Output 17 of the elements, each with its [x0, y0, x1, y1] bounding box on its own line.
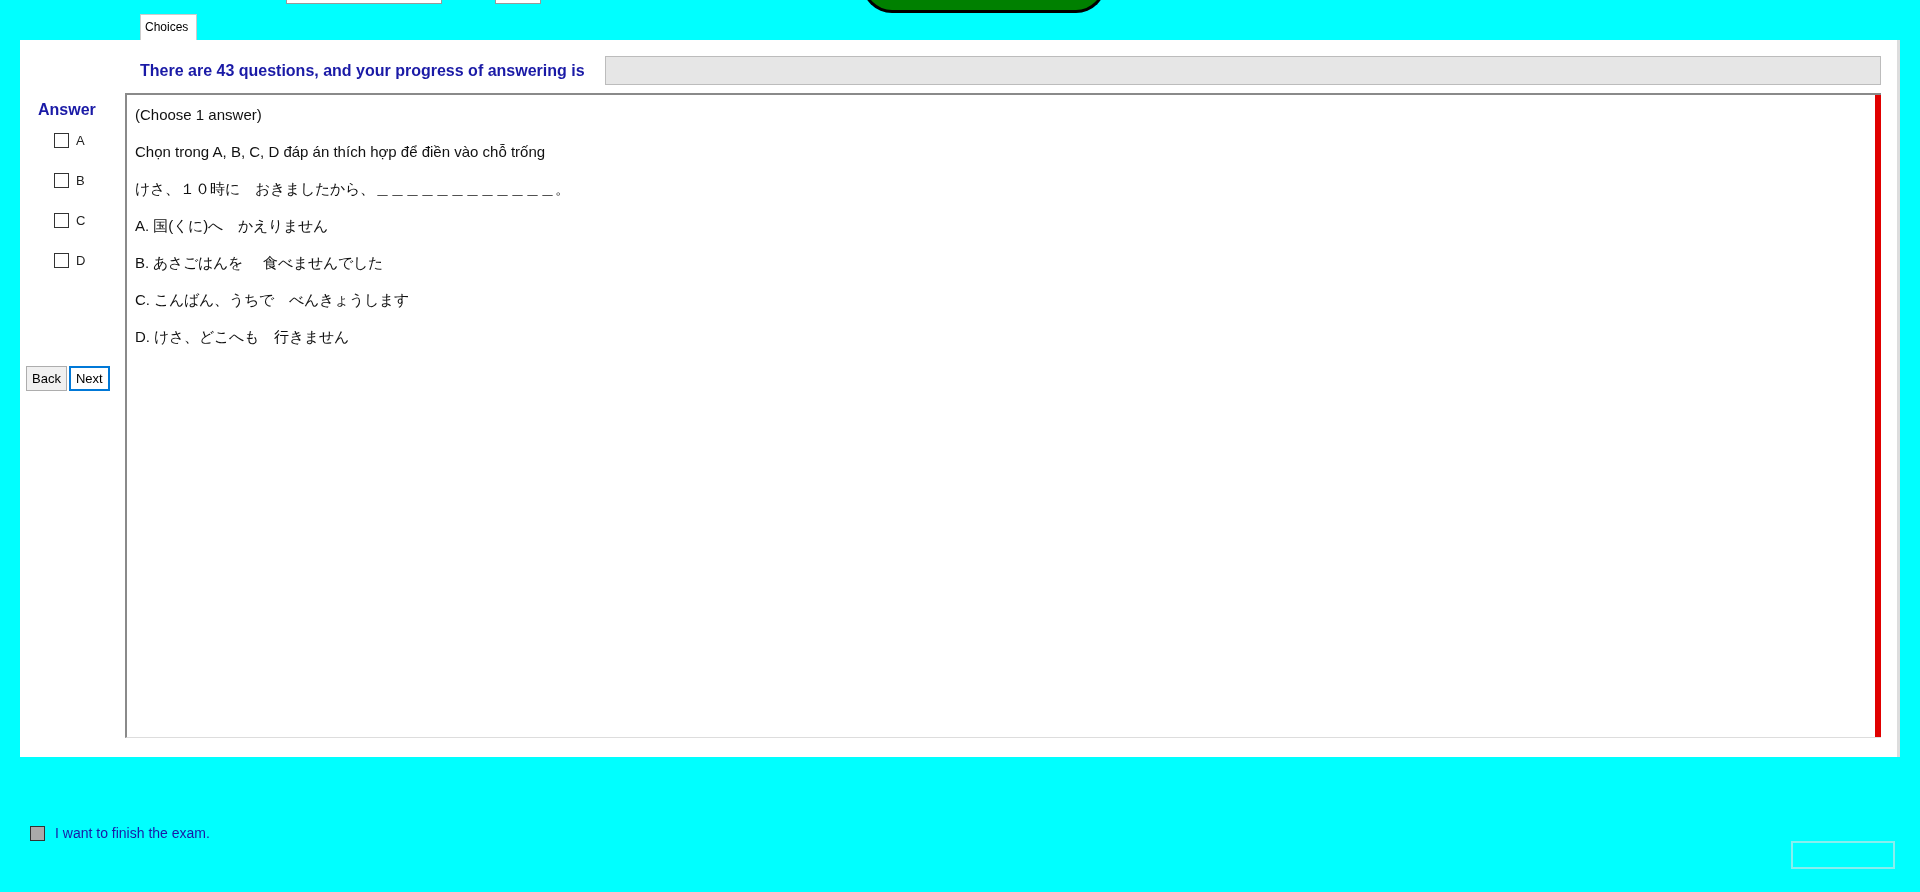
question-text: B. あさごはんを 食べませんでした	[135, 253, 384, 272]
question-text: Chọn trong A, B, C, D đáp án thích hợp để điền vào chỗ trống	[135, 142, 547, 161]
question-text: けさ、１０時に おきましたから、＿＿＿＿＿＿＿＿＿＿＿＿。	[135, 179, 571, 198]
finish-checkbox[interactable]: I want to finish the exam.	[30, 825, 210, 841]
answer-checkbox[interactable]: B	[54, 171, 125, 190]
tab[interactable]: Choices	[140, 14, 198, 40]
progress-label: There are 43 questions, and your progress of answering is	[140, 61, 585, 80]
nav-button[interactable]: Back	[26, 366, 67, 391]
answer-checkbox[interactable]: A	[54, 131, 125, 150]
answer-checkbox[interactable]: D	[54, 251, 125, 270]
question-text: C. こんばん、うちで べんきょうします	[135, 290, 411, 309]
question-text: D. けさ、どこへも 行きません	[135, 327, 351, 346]
question-text: A. 国(くに)へ かえりません	[135, 216, 330, 235]
question-text: (Choose 1 answer)	[135, 105, 263, 124]
answer-checkbox[interactable]: C	[54, 211, 125, 230]
answer-label: Answer	[38, 101, 97, 119]
nav-button[interactable]: Next	[68, 366, 110, 391]
